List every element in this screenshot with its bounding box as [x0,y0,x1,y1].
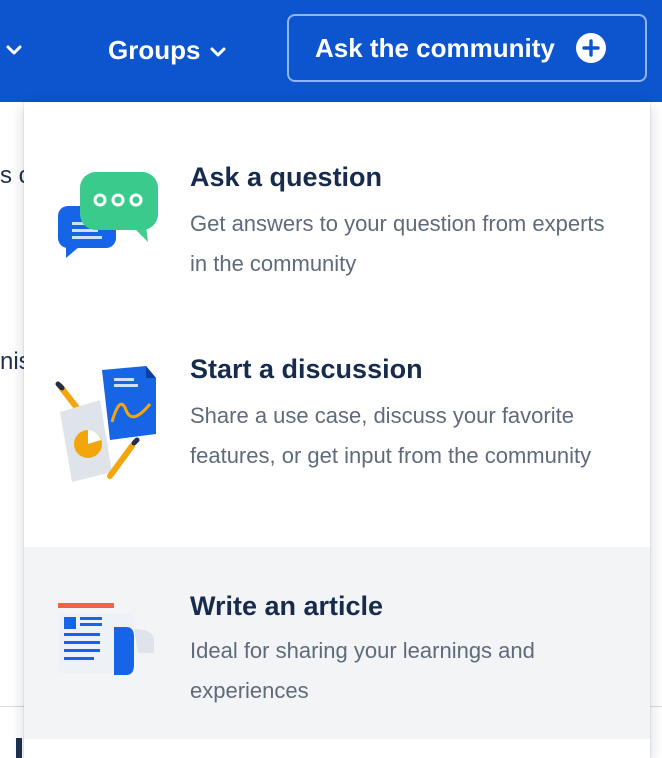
groups-label: Groups [108,34,201,65]
background-element [16,738,22,758]
menu-item-start-a-discussion[interactable]: Start a discussion Share a use case, dis… [24,292,650,547]
ask-the-community-label: Ask the community [315,32,555,63]
ask-community-dropdown-menu: Ask a question Get answers to your quest… [24,102,650,758]
top-navigation-bar: Groups Ask the community [0,0,662,102]
menu-item-description: Get answers to your question from expert… [190,211,605,276]
chevron-down-icon [210,47,226,57]
chevron-down-icon[interactable] [4,40,24,60]
menu-item-description: Ideal for sharing your learnings and exp… [190,638,535,703]
menu-item-title: Ask a question [190,162,383,192]
chat-bubbles-icon [58,172,158,258]
menu-item-ask-a-question[interactable]: Ask a question Get answers to your quest… [24,102,650,292]
menu-item-title: Start a discussion [190,354,423,384]
documents-pencils-icon [55,366,156,482]
menu-item-write-an-article[interactable]: Write an article Ideal for sharing your … [24,547,650,739]
ask-the-community-button[interactable]: Ask the community [287,14,647,82]
menu-item-description: Share a use case, discuss your favorite … [190,403,592,468]
plus-circle-icon [575,33,606,63]
article-icon [58,603,154,675]
groups-nav-button[interactable]: Groups [108,30,226,70]
menu-item-title: Write an article [190,591,384,621]
